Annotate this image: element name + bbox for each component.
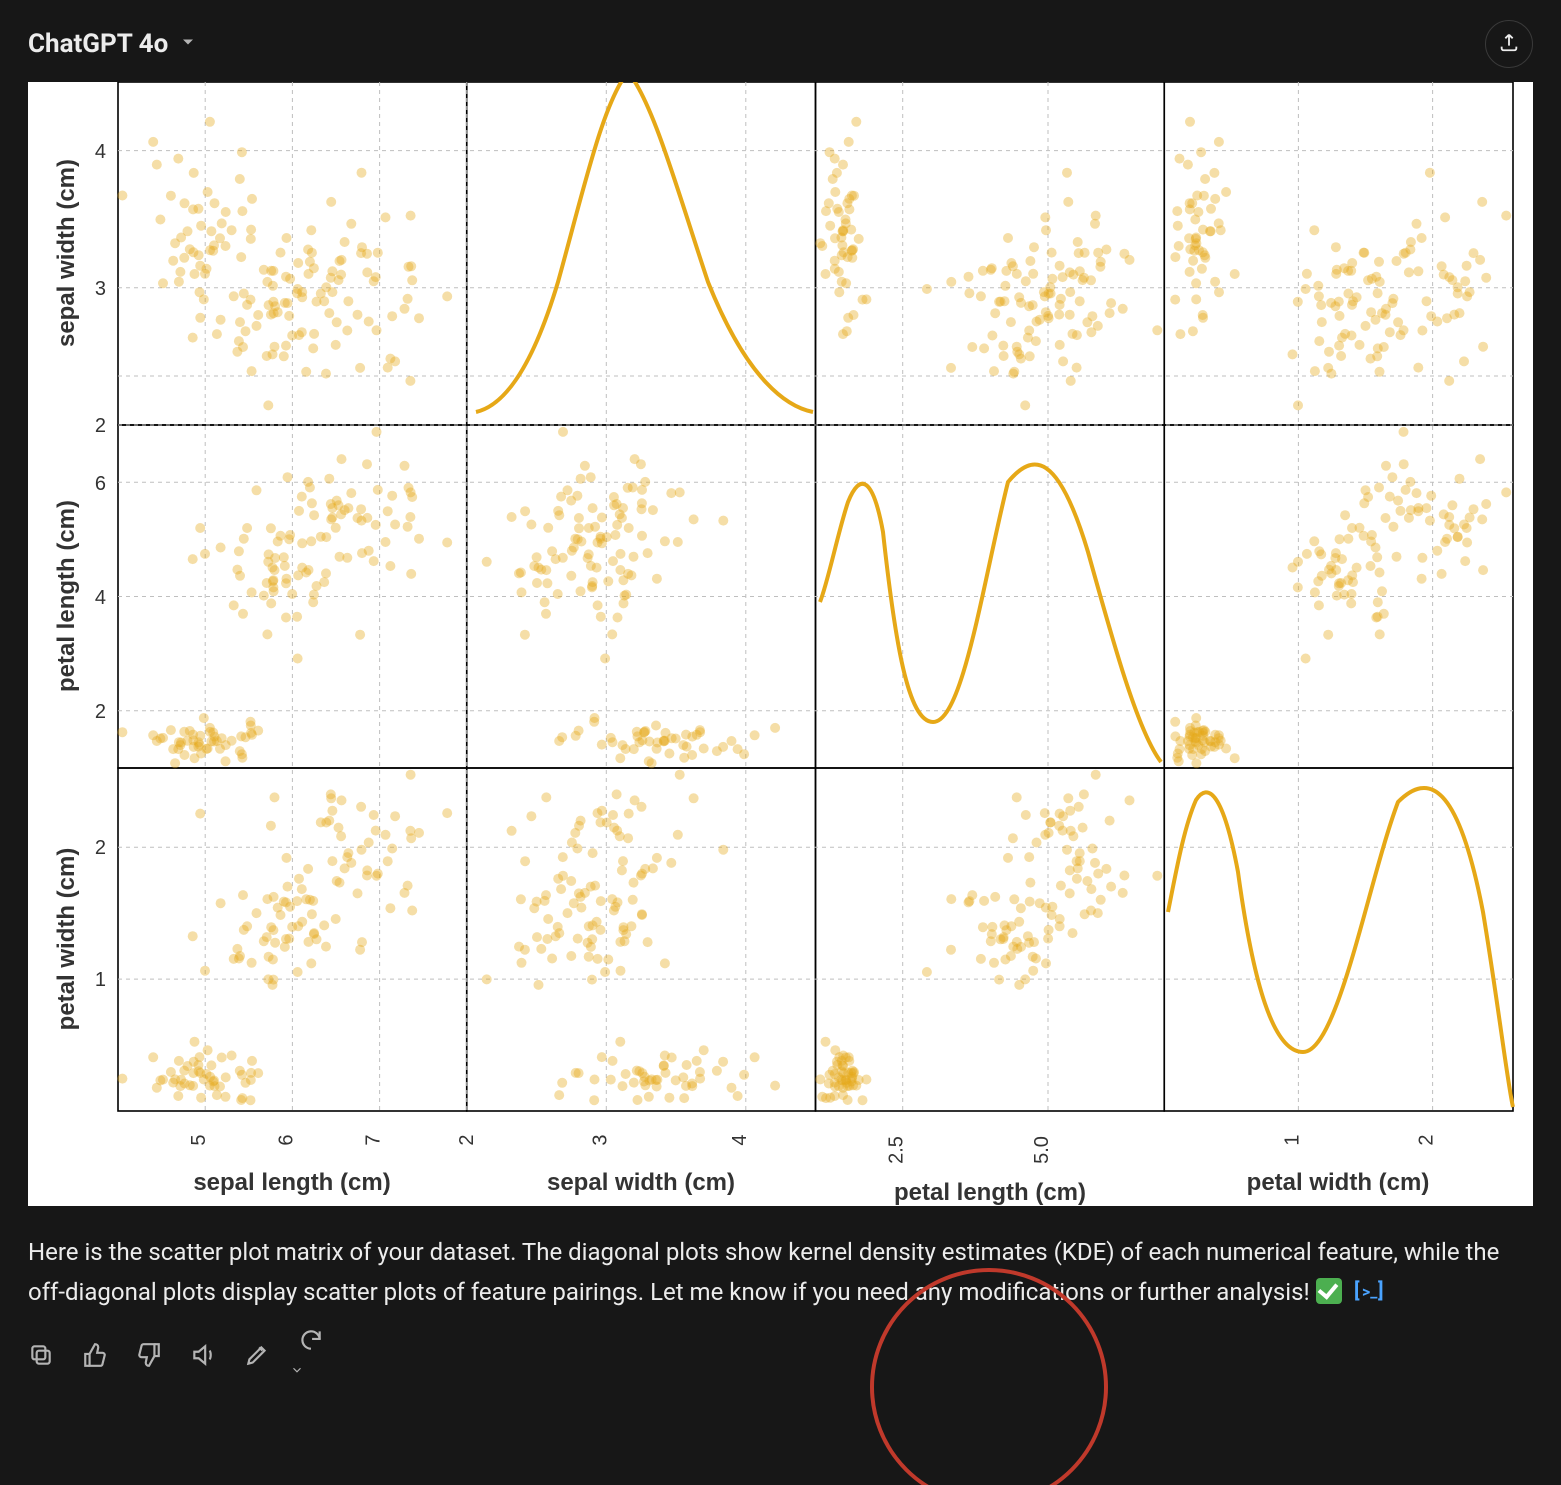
xtick: 4: [729, 1134, 751, 1145]
regenerate-button[interactable]: [298, 1344, 324, 1370]
chevron-down-icon: [178, 29, 198, 59]
ytick: 2: [95, 415, 106, 437]
xtick: 5: [188, 1134, 210, 1145]
xtick: 2: [456, 1134, 478, 1145]
thumbs-down-button[interactable]: [136, 1344, 162, 1370]
xtick: 6: [275, 1134, 297, 1145]
ytick: 2: [95, 837, 106, 859]
regenerate-icon: [298, 1327, 324, 1387]
ytick: 4: [95, 587, 106, 609]
speaker-icon: [190, 1342, 216, 1372]
view-code-button[interactable]: [>_]: [1354, 1275, 1384, 1315]
x-axis-label: sepal length (cm): [193, 1169, 390, 1196]
y-axis-label: petal length (cm): [53, 500, 80, 692]
copy-icon: [28, 1342, 54, 1372]
x-axis-label: petal length (cm): [894, 1179, 1086, 1206]
xtick: 1: [1281, 1134, 1303, 1145]
pencil-icon: [244, 1342, 270, 1372]
edit-button[interactable]: [244, 1344, 270, 1370]
ytick: 3: [95, 278, 106, 300]
assistant-message: Here is the scatter plot matrix of your …: [28, 1232, 1533, 1316]
ytick: 4: [95, 141, 106, 163]
check-emoji-icon: [1316, 1278, 1342, 1304]
xtick: 3: [589, 1134, 611, 1145]
code-terminal-icon: [>_]: [1354, 1275, 1384, 1315]
copy-button[interactable]: [28, 1344, 54, 1370]
svg-text:[: [: [1354, 1279, 1360, 1302]
model-label: ChatGPT 4o: [28, 29, 168, 59]
share-button[interactable]: [1485, 20, 1533, 68]
y-axis-label: sepal width (cm): [53, 159, 80, 347]
ytick: 2: [95, 701, 106, 723]
xtick: 2.5: [886, 1136, 908, 1164]
message-actions: [28, 1344, 1533, 1370]
read-aloud-button[interactable]: [190, 1344, 216, 1370]
scatter-matrix-plot[interactable]: 2 3 4 2 4 6 1 2: [28, 82, 1533, 1206]
xtick: 2: [1416, 1134, 1438, 1145]
thumbs-down-icon: [136, 1342, 162, 1372]
thumbs-up-icon: [82, 1342, 108, 1372]
svg-text:]: ]: [1378, 1279, 1384, 1302]
x-axis-label: petal width (cm): [1247, 1169, 1430, 1196]
x-axis-label: sepal width (cm): [547, 1169, 735, 1196]
ytick: 6: [95, 473, 106, 495]
svg-text:>_: >_: [1362, 1282, 1378, 1301]
xtick: 7: [363, 1134, 385, 1145]
xtick: 5.0: [1031, 1136, 1053, 1164]
y-axis-label: petal width (cm): [53, 848, 80, 1031]
upload-icon: [1498, 31, 1520, 57]
ytick: 1: [95, 969, 106, 991]
thumbs-up-button[interactable]: [82, 1344, 108, 1370]
model-selector[interactable]: ChatGPT 4o: [28, 29, 198, 59]
message-text: Here is the scatter plot matrix of your …: [28, 1238, 1499, 1306]
